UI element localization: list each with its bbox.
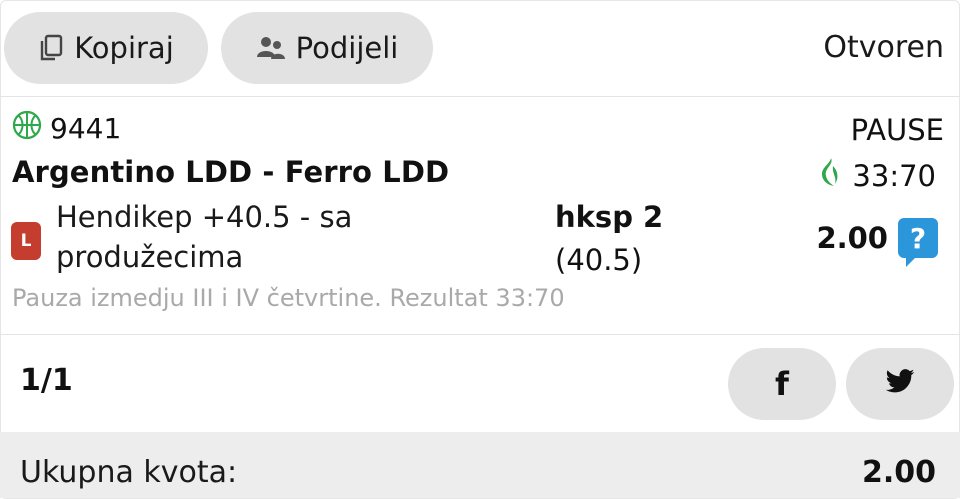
share-people-icon xyxy=(256,35,286,61)
share-button[interactable]: Podijeli xyxy=(221,12,433,84)
twitter-share-button[interactable] xyxy=(846,348,954,420)
ticket-status: Otvoren xyxy=(823,30,944,65)
page-count: 1/1 xyxy=(20,363,73,398)
share-label: Podijeli xyxy=(295,31,399,65)
live-flame-icon xyxy=(820,157,840,194)
live-badge: L xyxy=(11,222,41,260)
copy-button[interactable]: Kopiraj xyxy=(4,12,208,84)
odds-value: 2.00 xyxy=(816,221,888,255)
copy-icon xyxy=(38,34,64,62)
live-score-row: 33:70 xyxy=(820,157,936,194)
market-name: Hendikep +40.5 - sa produžecima xyxy=(56,200,353,274)
divider xyxy=(0,334,960,335)
live-comment: Pauza izmedju III i IV četvrtine. Rezult… xyxy=(12,284,565,312)
twitter-icon xyxy=(884,365,916,403)
basketball-icon xyxy=(12,110,42,147)
ticket-header: Kopiraj Podijeli Otvoren xyxy=(0,0,960,96)
match-teams: Argentino LDD - Ferro LDD xyxy=(12,155,450,189)
divider xyxy=(0,96,960,97)
live-status: PAUSE xyxy=(850,113,944,147)
facebook-icon: f xyxy=(775,365,789,403)
pick-line: (40.5) xyxy=(555,243,643,277)
copy-label: Kopiraj xyxy=(74,31,174,65)
help-icon[interactable]: ? xyxy=(898,218,938,267)
odds-row: 2.00 ? xyxy=(816,218,938,267)
pick-code: hksp 2 xyxy=(555,200,664,234)
total-odds-label: Ukupna kvota: xyxy=(20,455,238,490)
facebook-share-button[interactable]: f xyxy=(728,348,836,420)
live-score: 33:70 xyxy=(852,158,936,193)
event-code-row: 9441 xyxy=(12,110,121,147)
total-odds-value: 2.00 xyxy=(861,455,936,490)
event-code: 9441 xyxy=(50,112,122,145)
